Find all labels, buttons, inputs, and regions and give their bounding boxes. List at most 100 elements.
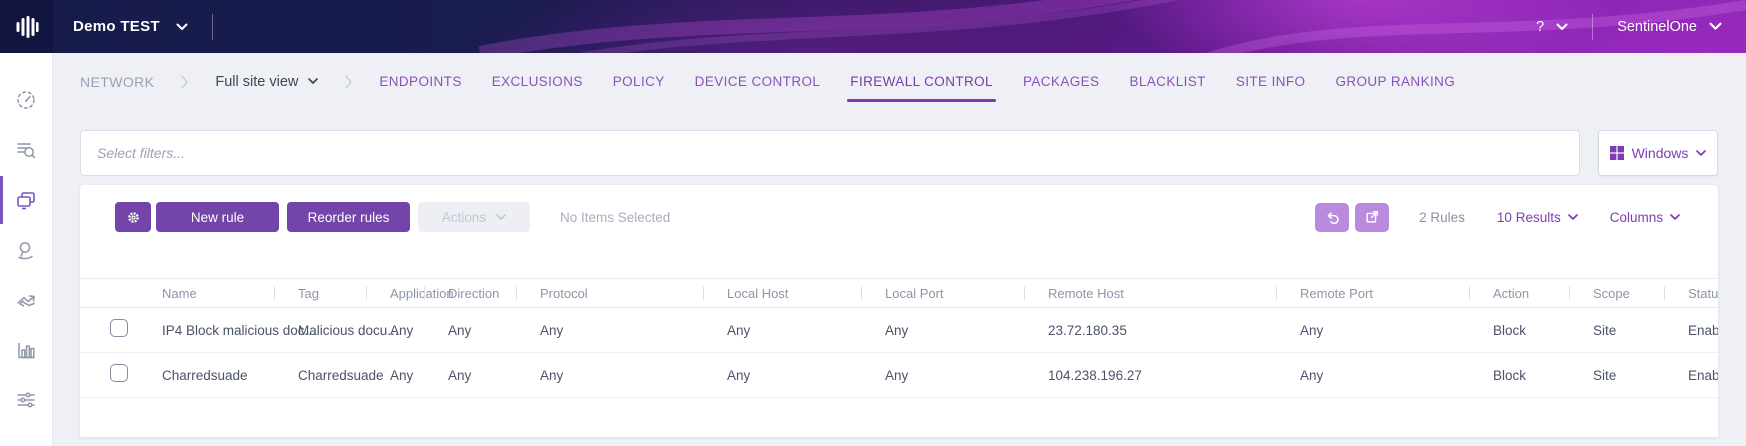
help-label: ? <box>1536 18 1545 35</box>
table-cell: 104.238.196.27 <box>1048 367 1142 383</box>
column-header-scope[interactable]: Scope <box>1593 286 1688 301</box>
table-cell: Site <box>1593 322 1617 338</box>
import-rules-button[interactable] <box>1315 202 1350 232</box>
topbar-divider <box>211 13 213 40</box>
sentinelone-logo-icon <box>16 15 39 38</box>
wave-texture <box>478 0 1746 53</box>
toolbar: New rule Reorder rules Actions No Items … <box>115 202 1688 232</box>
chevron-down-icon <box>1696 149 1707 156</box>
actions-button[interactable]: Actions <box>418 202 530 232</box>
table-cell: Enabled <box>1688 367 1718 383</box>
table-cell: 23.72.180.35 <box>1048 322 1127 338</box>
table-cell: Any <box>390 367 414 383</box>
table-cell: Any <box>448 322 472 338</box>
sentinelone-logo[interactable] <box>0 0 53 53</box>
account-selector[interactable]: Demo TEST <box>73 18 188 35</box>
tab-packages[interactable]: PACKAGES <box>1023 68 1099 95</box>
tab-group-ranking[interactable]: GROUP RANKING <box>1335 68 1455 95</box>
windows-icon <box>1609 146 1624 160</box>
column-header-name[interactable]: Name <box>162 286 298 301</box>
new-rule-button[interactable]: New rule <box>156 202 279 232</box>
network-endpoints-icon <box>17 192 35 210</box>
sidebar <box>0 53 53 446</box>
column-header-status[interactable]: Status <box>1688 286 1718 301</box>
table-cell: Any <box>540 322 564 338</box>
column-header-action[interactable]: Action <box>1493 286 1593 301</box>
sidebar-item-analyze[interactable] <box>0 225 53 275</box>
tab-firewall-control[interactable]: FIREWALL CONTROL <box>847 68 996 102</box>
sidebar-item-network[interactable] <box>0 175 53 225</box>
visibility-search-icon <box>17 143 36 159</box>
import-icon <box>1327 212 1339 225</box>
settings-gear-button[interactable] <box>115 202 151 232</box>
os-selector-label: Windows <box>1631 145 1689 161</box>
column-header-remote-port[interactable]: Remote Port <box>1300 286 1493 301</box>
row-checkbox[interactable] <box>110 363 128 382</box>
scope-label: Full site view <box>215 73 299 90</box>
sidebar-item-dashboard[interactable] <box>0 75 53 125</box>
table-cell: Any <box>448 367 472 383</box>
row-select-cell <box>80 363 162 387</box>
table-cell: Any <box>727 367 751 383</box>
filter-input[interactable] <box>80 130 1580 176</box>
results-label: 10 Results <box>1496 209 1561 225</box>
tab-exclusions[interactable]: EXCLUSIONS <box>492 68 583 95</box>
table-row[interactable]: Charredsuade Charredsuade Any Any Any Any Any 1… <box>80 353 1718 398</box>
main-content: NETWORK Full site view ENDPOINTS EXCLUSIO… <box>53 53 1746 437</box>
export-rules-button[interactable] <box>1355 202 1390 232</box>
table-cell: Site <box>1593 367 1617 383</box>
table-cell: Charredsuade <box>298 367 384 383</box>
chevron-down-icon <box>176 23 188 30</box>
column-header-tag[interactable]: Tag <box>298 286 390 301</box>
tab-device-control[interactable]: DEVICE CONTROL <box>695 68 821 95</box>
results-per-page-dropdown[interactable]: 10 Results <box>1497 210 1578 225</box>
sidebar-item-visibility[interactable] <box>0 125 53 175</box>
chevron-down-icon <box>1670 213 1680 220</box>
rules-panel: New rule Reorder rules Actions No Items … <box>80 185 1718 437</box>
chevron-down-icon <box>308 78 319 84</box>
help-menu[interactable]: ? <box>1536 19 1568 35</box>
rules-count: 2 Rules <box>1419 209 1465 225</box>
table-row[interactable]: IP4 Block malicious doc... Malicious docu… <box>80 308 1718 353</box>
actions-label: Actions <box>441 209 487 225</box>
table-cell: Malicious docu... <box>298 322 399 338</box>
top-bar: Demo TEST ? SentinelOne <box>0 0 1746 53</box>
table-cell: Block <box>1493 322 1527 338</box>
scope-selector[interactable]: Full site view <box>215 73 319 90</box>
table-cell: Enabled <box>1688 322 1718 338</box>
tab-policy[interactable]: POLICY <box>613 68 665 95</box>
table-cell: IP4 Block malicious doc... <box>162 322 316 338</box>
chevron-right-icon <box>344 74 353 90</box>
topbar-divider <box>1592 13 1594 40</box>
reorder-rules-button[interactable]: Reorder rules <box>287 202 410 232</box>
column-header-direction[interactable]: Direction <box>448 286 540 301</box>
reports-chart-icon <box>18 343 35 359</box>
chevron-right-icon <box>180 74 189 90</box>
filter-bar: Windows <box>80 130 1718 176</box>
brand-user-menu[interactable]: SentinelOne <box>1617 19 1722 35</box>
breadcrumb-network[interactable]: NETWORK <box>80 74 154 90</box>
nav-tabs: ENDPOINTS EXCLUSIONS POLICY DEVICE CONTROL F… <box>379 68 1455 102</box>
chevron-down-icon <box>1709 22 1722 30</box>
tab-site-info[interactable]: SITE INFO <box>1236 68 1306 95</box>
sidebar-item-activity[interactable] <box>0 275 53 325</box>
brand-label: SentinelOne <box>1617 18 1697 35</box>
table-cell: Block <box>1493 367 1527 383</box>
analyze-lab-icon <box>18 242 33 260</box>
table-cell: Any <box>540 367 564 383</box>
tab-blacklist[interactable]: BLACKLIST <box>1129 68 1205 95</box>
row-checkbox[interactable] <box>110 318 128 337</box>
column-header-protocol[interactable]: Protocol <box>540 286 727 301</box>
column-header-remote-host[interactable]: Remote Host <box>1048 286 1300 301</box>
rules-table: Name Tag Application Direction Protocol Local… <box>80 278 1718 398</box>
column-header-application[interactable]: Application <box>390 286 454 301</box>
selection-status: No Items Selected <box>560 209 671 225</box>
table-cell: Any <box>885 367 909 383</box>
activity-arrows-icon <box>17 295 35 307</box>
table-cell: Any <box>1300 367 1324 383</box>
sidebar-item-reports[interactable] <box>0 325 53 375</box>
os-selector[interactable]: Windows <box>1598 130 1718 176</box>
tab-endpoints[interactable]: ENDPOINTS <box>379 68 461 95</box>
columns-dropdown[interactable]: Columns <box>1610 210 1680 225</box>
sidebar-item-settings[interactable] <box>0 375 53 425</box>
